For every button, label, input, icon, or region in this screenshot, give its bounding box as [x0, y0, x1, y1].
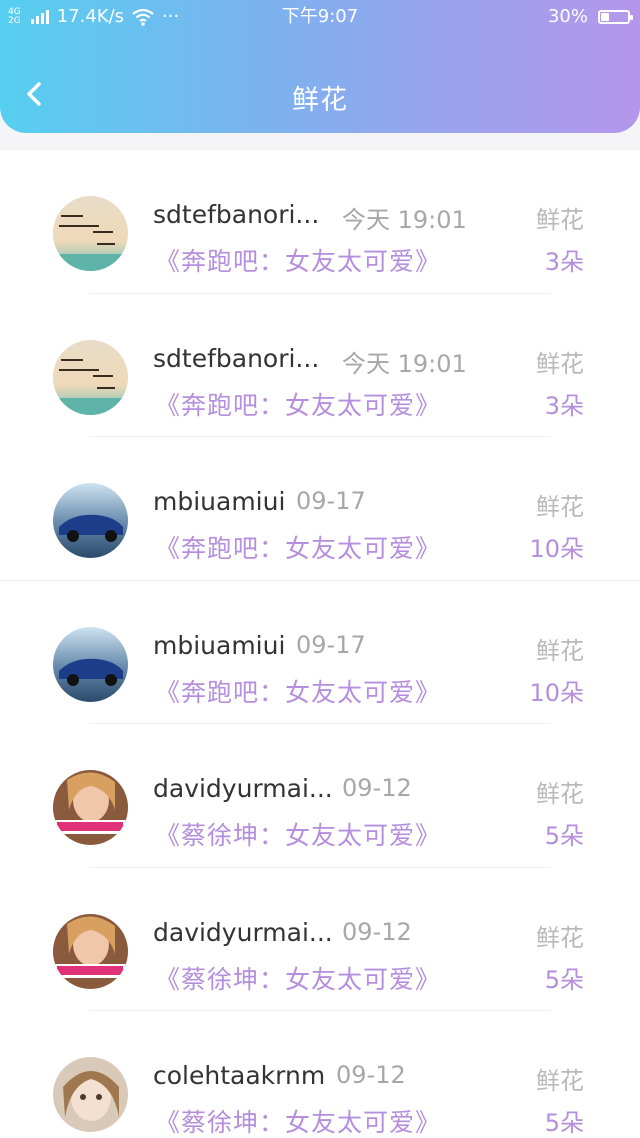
book-title: 《奔跑吧：女友太可爱》 [155, 677, 442, 707]
username: sdtefbanori... [153, 343, 320, 373]
gift-type-label: 鲜花 [536, 493, 584, 521]
list-item[interactable]: sdtefbanori... 今天 19:01 《奔跑吧：女友太可爱》 鲜花 3… [0, 294, 640, 437]
timestamp: 今天 19:01 [342, 349, 467, 378]
avatar [53, 913, 128, 989]
gift-type-label: 鲜花 [536, 636, 584, 665]
username: mbiuamiui [153, 630, 286, 660]
battery-percent: 30% [547, 6, 588, 27]
gift-type-label: 鲜花 [536, 923, 584, 952]
book-title: 《奔跑吧：女友太可爱》 [155, 534, 442, 563]
nav-bar: 鲜花 [0, 60, 640, 132]
book-title: 《奔跑吧：女友太可爱》 [155, 247, 442, 276]
book-title: 《蔡徐坤：女友太可爱》 [155, 821, 442, 850]
timestamp: 09-17 [296, 630, 366, 659]
avatar [53, 339, 128, 415]
gift-count: 10朵 [529, 535, 584, 563]
list-item[interactable]: davidyurmai... 09-12 《蔡徐坤：女友太可爱》 鲜花 5朵 [0, 868, 640, 1011]
book-title: 《蔡徐坤：女友太可爱》 [155, 964, 442, 994]
gift-count: 5朵 [544, 965, 584, 994]
gift-count: 3朵 [544, 248, 584, 276]
clock: 下午9:07 [281, 6, 359, 27]
username: mbiuamiui [153, 487, 286, 516]
timestamp: 09-17 [296, 487, 366, 515]
avatar [53, 1057, 128, 1132]
gift-count: 3朵 [544, 391, 584, 420]
gift-type-label: 鲜花 [536, 780, 584, 808]
gift-count: 10朵 [529, 678, 584, 707]
list-item[interactable]: davidyurmai... 09-12 《蔡徐坤：女友太可爱》 鲜花 5朵 [0, 724, 640, 868]
timestamp: 09-12 [342, 917, 412, 946]
username: davidyurmai... [153, 917, 333, 947]
list-item[interactable]: mbiuamiui 09-17 《奔跑吧：女友太可爱》 鲜花 10朵 [0, 437, 640, 581]
list-item[interactable]: colehtaakrnm 09-12 《蔡徐坤：女友太可爱》 鲜花 5朵 [0, 1011, 640, 1138]
header: 4G 2G 17.4K/s ··· 下午9:07 30% 鲜花 [0, 0, 640, 133]
gift-count: 5朵 [544, 1109, 584, 1137]
username: sdtefbanori... [153, 200, 320, 229]
gift-type-label: 鲜花 [536, 206, 584, 234]
battery-icon [598, 10, 633, 24]
avatar [53, 770, 128, 845]
page-title: 鲜花 [292, 85, 348, 116]
gift-count: 5朵 [544, 822, 584, 850]
timestamp: 今天 19:01 [342, 206, 467, 234]
username: davidyurmai... [153, 774, 333, 803]
username: colehtaakrnm [153, 1061, 326, 1090]
book-title: 《蔡徐坤：女友太可爱》 [155, 1108, 442, 1137]
list-item[interactable]: sdtefbanori... 今天 19:01 《奔跑吧：女友太可爱》 鲜花 3… [0, 150, 640, 294]
gift-type-label: 鲜花 [536, 1067, 584, 1095]
timestamp: 09-12 [336, 1061, 406, 1089]
flower-record-list: sdtefbanori... 今天 19:01 《奔跑吧：女友太可爱》 鲜花 3… [0, 150, 640, 1138]
avatar [53, 196, 128, 271]
book-title: 《奔跑吧：女友太可爱》 [155, 390, 442, 420]
avatar [53, 483, 128, 558]
gift-type-label: 鲜花 [536, 349, 584, 378]
list-item[interactable]: mbiuamiui 09-17 《奔跑吧：女友太可爱》 鲜花 10朵 [0, 581, 640, 724]
status-bar: 4G 2G 17.4K/s ··· 下午9:07 30% [0, 0, 640, 34]
avatar [53, 626, 128, 702]
timestamp: 09-12 [342, 774, 412, 802]
